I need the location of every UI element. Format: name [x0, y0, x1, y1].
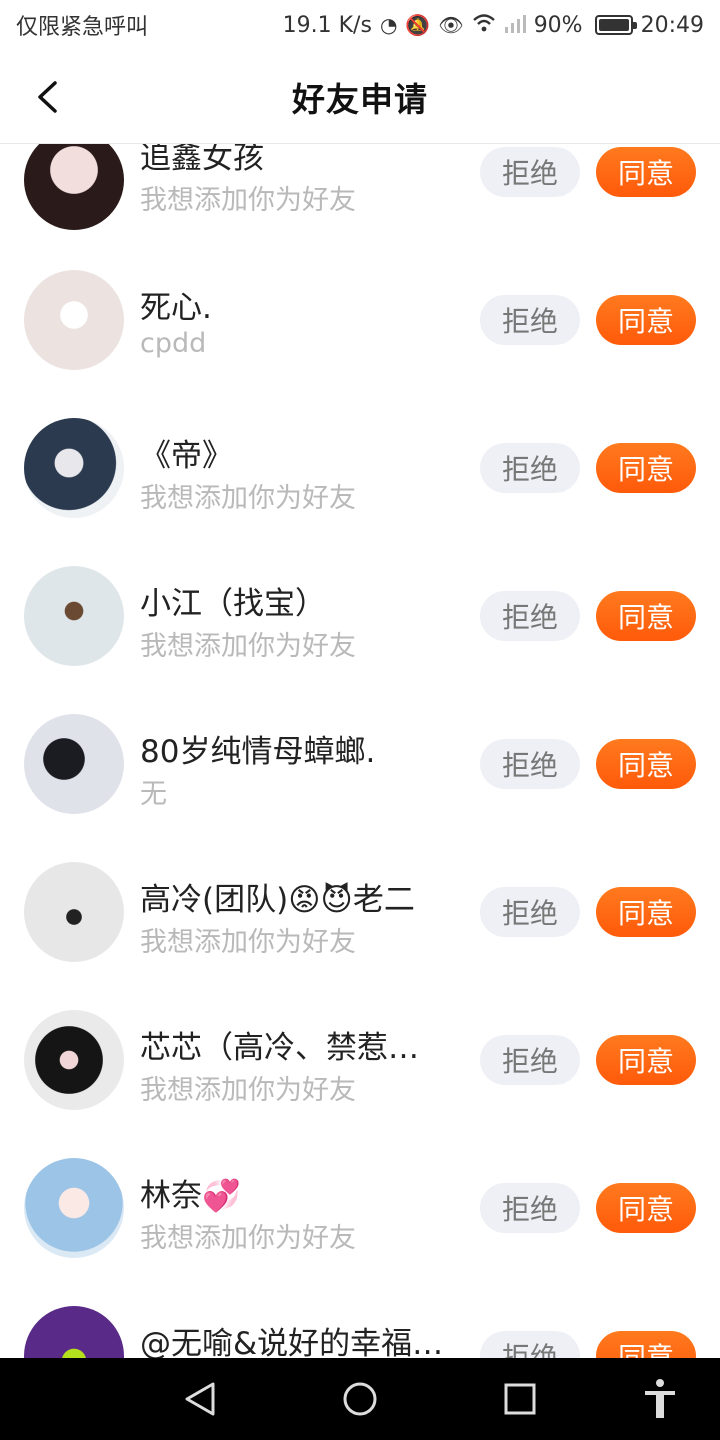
status-icons: 19.1 K/s ◔ 🔕 👁 90% 20:49: [283, 13, 704, 38]
eye-icon: 👁: [438, 13, 464, 37]
list-item: 芯芯（高冷、禁惹… 我想添加你为好友 拒绝 同意: [0, 1010, 720, 1158]
accessibility-icon: [645, 1379, 675, 1418]
requester-name: 追鑫女孩: [140, 144, 264, 176]
home-nav-button[interactable]: [330, 1369, 390, 1429]
list-item: 《帝》 我想添加你为好友 拒绝 同意: [0, 418, 720, 566]
circle-home-icon: [343, 1382, 377, 1416]
back-button[interactable]: [30, 78, 64, 116]
reject-button[interactable]: 拒绝: [480, 591, 580, 641]
avatar[interactable]: [24, 714, 124, 814]
request-message: 我想添加你为好友: [140, 483, 356, 514]
requester-name: @无喻&说好的幸福…: [140, 1326, 444, 1358]
page-title: 好友申请: [292, 79, 428, 119]
requester-name: 高冷(团队)😡😈老二: [140, 882, 415, 918]
reject-button[interactable]: 拒绝: [480, 1183, 580, 1233]
reject-button[interactable]: 拒绝: [480, 147, 580, 197]
top-bar: 好友申请: [0, 50, 720, 144]
request-message: 我想添加你为好友: [140, 1075, 356, 1106]
request-message: 我想添加你为好友: [140, 631, 356, 662]
requester-name: 林奈💞: [140, 1178, 241, 1214]
agree-button[interactable]: 同意: [596, 1183, 696, 1233]
requester-name: 《帝》: [140, 438, 233, 474]
reject-button[interactable]: 拒绝: [480, 1331, 580, 1358]
avatar[interactable]: [24, 1010, 124, 1110]
chevron-left-icon: [38, 81, 57, 113]
battery-percent: 90%: [533, 12, 583, 38]
back-nav-button[interactable]: [170, 1369, 230, 1429]
agree-button[interactable]: 同意: [596, 443, 696, 493]
clock: 20:49: [640, 12, 704, 38]
system-nav-bar: [0, 1358, 720, 1440]
agree-button[interactable]: 同意: [596, 887, 696, 937]
avatar[interactable]: [24, 862, 124, 962]
battery-icon: [594, 15, 637, 35]
data-saver-icon: ◔: [379, 13, 398, 37]
agree-button[interactable]: 同意: [596, 295, 696, 345]
agree-button[interactable]: 同意: [596, 147, 696, 197]
list-item: 林奈💞 我想添加你为好友 拒绝 同意: [0, 1158, 720, 1306]
status-bar: 仅限紧急呼叫 19.1 K/s ◔ 🔕 👁 90% 20:49: [0, 0, 720, 50]
list-item: @无喻&说好的幸福… 拒绝 同意: [0, 1306, 720, 1358]
agree-button[interactable]: 同意: [596, 1035, 696, 1085]
carrier-text: 仅限紧急呼叫: [16, 15, 149, 40]
friend-request-list[interactable]: 追鑫女孩 我想添加你为好友 拒绝 同意 死心. cpdd 拒绝 同意 《帝》 我…: [0, 144, 720, 1358]
recents-nav-button[interactable]: [490, 1369, 550, 1429]
list-item: 追鑫女孩 我想添加你为好友 拒绝 同意: [0, 144, 720, 270]
request-message: 无: [140, 779, 167, 810]
list-item: 80岁纯情母蟑螂. 无 拒绝 同意: [0, 714, 720, 862]
reject-button[interactable]: 拒绝: [480, 1035, 580, 1085]
requester-name: 死心.: [140, 290, 212, 326]
triangle-back-icon: [185, 1382, 215, 1416]
list-item: 死心. cpdd 拒绝 同意: [0, 270, 720, 418]
mute-icon: 🔕: [405, 13, 431, 37]
wifi-icon: [472, 13, 496, 38]
agree-button[interactable]: 同意: [596, 1331, 696, 1358]
square-recents-icon: [504, 1383, 536, 1415]
reject-button[interactable]: 拒绝: [480, 295, 580, 345]
avatar[interactable]: [24, 418, 124, 518]
request-message: 我想添加你为好友: [140, 185, 356, 216]
signal-icon: [504, 13, 526, 38]
network-speed: 19.1 K/s: [282, 12, 372, 38]
avatar[interactable]: [24, 144, 124, 230]
agree-button[interactable]: 同意: [596, 591, 696, 641]
agree-button[interactable]: 同意: [596, 739, 696, 789]
avatar[interactable]: [24, 1306, 124, 1358]
avatar[interactable]: [24, 1158, 124, 1258]
reject-button[interactable]: 拒绝: [480, 887, 580, 937]
request-message: cpdd: [140, 328, 207, 359]
requester-name: 芯芯（高冷、禁惹…: [140, 1030, 419, 1066]
accessibility-button[interactable]: [630, 1369, 690, 1429]
reject-button[interactable]: 拒绝: [480, 739, 580, 789]
list-item: 高冷(团队)😡😈老二 我想添加你为好友 拒绝 同意: [0, 862, 720, 1010]
request-message: 我想添加你为好友: [140, 1223, 356, 1254]
request-message: 我想添加你为好友: [140, 927, 356, 958]
reject-button[interactable]: 拒绝: [480, 443, 580, 493]
avatar[interactable]: [24, 270, 124, 370]
requester-name: 80岁纯情母蟑螂.: [140, 734, 376, 770]
requester-name: 小江（找宝）: [140, 586, 326, 622]
avatar[interactable]: [24, 566, 124, 666]
list-item: 小江（找宝） 我想添加你为好友 拒绝 同意: [0, 566, 720, 714]
